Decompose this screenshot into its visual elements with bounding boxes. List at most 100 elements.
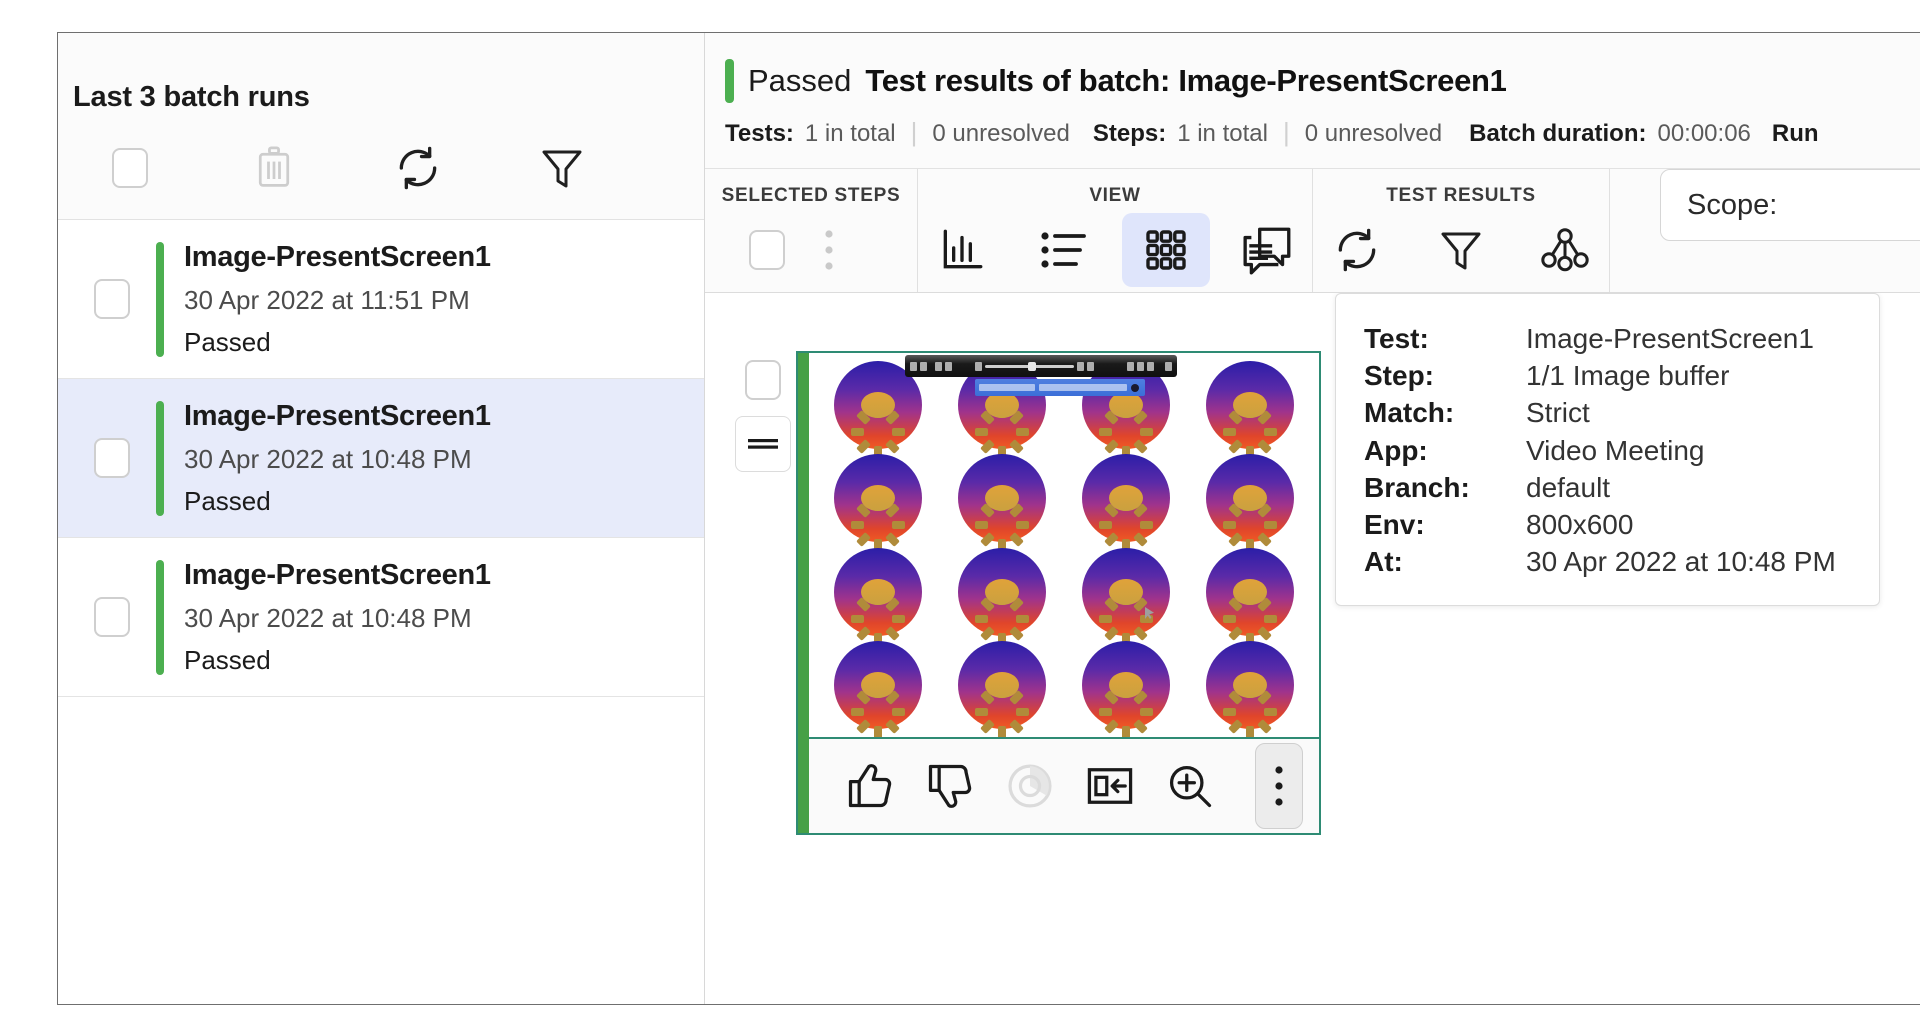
group-label-selected-steps: SELECTED STEPS [721,185,901,206]
avatar-tile [1206,454,1294,553]
zoom-button[interactable] [1153,749,1227,823]
sidebar-header: Last 3 batch runs [58,33,704,220]
sidebar-toolbar [58,116,704,219]
avatar-tile [834,547,922,646]
tests-label: Tests: [725,120,794,147]
grid-icon [1146,229,1186,270]
info-row: Env: 800x600 [1364,506,1851,543]
thumbs-up-icon [848,764,892,808]
selected-steps-checkbox[interactable] [749,229,785,270]
step-screenshot[interactable] [809,353,1319,737]
refresh-button[interactable] [346,116,490,219]
tests-value: 1 in total [804,120,896,147]
info-row: Step: 1/1 Image buffer [1364,357,1851,394]
toolbar-group-selected-steps: SELECTED STEPS [705,169,918,292]
bar-chart-icon [943,229,983,268]
run-date: 30 Apr 2022 at 10:48 PM [184,602,472,633]
group-label-test-results: TEST RESULTS [1386,185,1536,206]
info-key: Step: [1364,360,1434,392]
selected-steps-more-button[interactable] [785,213,873,287]
results-refresh-button[interactable] [1313,213,1401,287]
scope-select[interactable]: Scope: [1660,169,1920,241]
batch-run-item[interactable]: Image-PresentScreen1 30 Apr 2022 at 10:4… [58,379,704,538]
avatar-tile [1206,360,1294,459]
info-key: Branch: [1364,471,1470,503]
batch-title: Test results of batch: Image-PresentScre… [865,63,1507,98]
run-date: 30 Apr 2022 at 11:51 PM [184,284,470,315]
status-bar [156,559,164,675]
avatar-tile [1206,547,1294,646]
thumbs-up-button[interactable] [833,749,907,823]
step-drag-handle[interactable] [735,416,791,472]
avatar-tile [834,454,922,553]
results-header: Passed Test results of batch: Image-Pres… [705,33,1920,169]
view-grid-button[interactable] [1122,212,1210,287]
select-all-checkbox[interactable] [112,147,148,188]
toolbar-group-test-results: TEST RESULTS [1313,169,1610,292]
compare-button[interactable] [1073,749,1147,823]
step-checkbox[interactable] [745,360,781,400]
step-action-bar [809,737,1319,833]
info-value: default [1526,471,1611,503]
view-detail-button[interactable] [1224,213,1312,287]
info-key: App: [1364,434,1428,466]
run-checkbox[interactable] [94,597,130,637]
step-result-card[interactable] [796,351,1321,835]
batch-run-item[interactable]: Image-PresentScreen1 30 Apr 2022 at 10:4… [58,538,704,697]
funnel-icon [1441,232,1481,269]
results-filter-button[interactable] [1417,213,1505,287]
select-all-checkbox-cell[interactable] [58,116,202,219]
hierarchy-icon [1541,227,1589,271]
zoom-in-icon [1169,765,1212,808]
vertical-dots-icon [825,229,833,270]
more-options-button[interactable] [1255,743,1303,829]
screenshot-app-toolbar [905,355,1177,377]
avatar-tile [1082,641,1170,737]
info-value: 1/1 Image buffer [1526,360,1730,392]
duration-value: 00:00:06 [1657,120,1751,147]
steps-label: Steps: [1092,120,1167,147]
tests-unresolved: 0 unresolved [932,120,1070,147]
run-label: Run [1771,120,1819,147]
info-key: At: [1364,546,1403,578]
documents-icon [1243,227,1291,275]
info-value: Image-PresentScreen1 [1526,323,1814,354]
test-results-window: Last 3 batch runs Image-PresentScreen1 3… [57,32,1920,1005]
info-key: Test: [1364,323,1429,354]
coverage-button [993,749,1067,823]
thumbs-down-icon [928,764,972,808]
step-info-panel: Test: Image-PresentScreen1 Step: 1/1 Ima… [1335,293,1880,606]
trash-icon [258,145,290,187]
run-name: Image-PresentScreen1 [184,240,491,273]
drag-handle-icon [748,439,778,449]
refresh-icon [1338,228,1376,271]
run-checkbox[interactable] [94,279,130,319]
view-list-button[interactable] [1020,213,1108,287]
info-value: 30 Apr 2022 at 10:48 PM [1526,546,1836,578]
info-value: Strict [1526,397,1590,429]
run-name: Image-PresentScreen1 [184,399,491,432]
step-controls [730,351,796,472]
avatar-tile [958,454,1046,553]
info-row: Test: Image-PresentScreen1 [1364,320,1851,357]
view-chart-button[interactable] [918,213,1006,287]
toolbar-group-scope: Scope: [1610,169,1920,292]
run-checkbox[interactable] [94,438,130,478]
avatar-tile [958,641,1046,737]
delete-button[interactable] [202,116,346,219]
run-name: Image-PresentScreen1 [184,558,491,591]
batch-runs-list: Image-PresentScreen1 30 Apr 2022 at 11:5… [58,220,704,1004]
filter-button[interactable] [490,116,634,219]
status-indicator [725,59,734,103]
batch-status: Passed [748,63,852,98]
info-value: 800x600 [1526,509,1634,541]
thumbs-down-button[interactable] [913,749,987,823]
step-result-row [730,351,1321,835]
toolbar-group-view: VIEW [918,169,1313,292]
batch-run-item[interactable]: Image-PresentScreen1 30 Apr 2022 at 11:5… [58,220,704,379]
refresh-icon [399,146,437,189]
results-hierarchy-button[interactable] [1521,213,1609,287]
stat-divider: | [1282,117,1290,147]
move-into-frame-icon [1087,768,1133,804]
run-status: Passed [184,326,271,357]
